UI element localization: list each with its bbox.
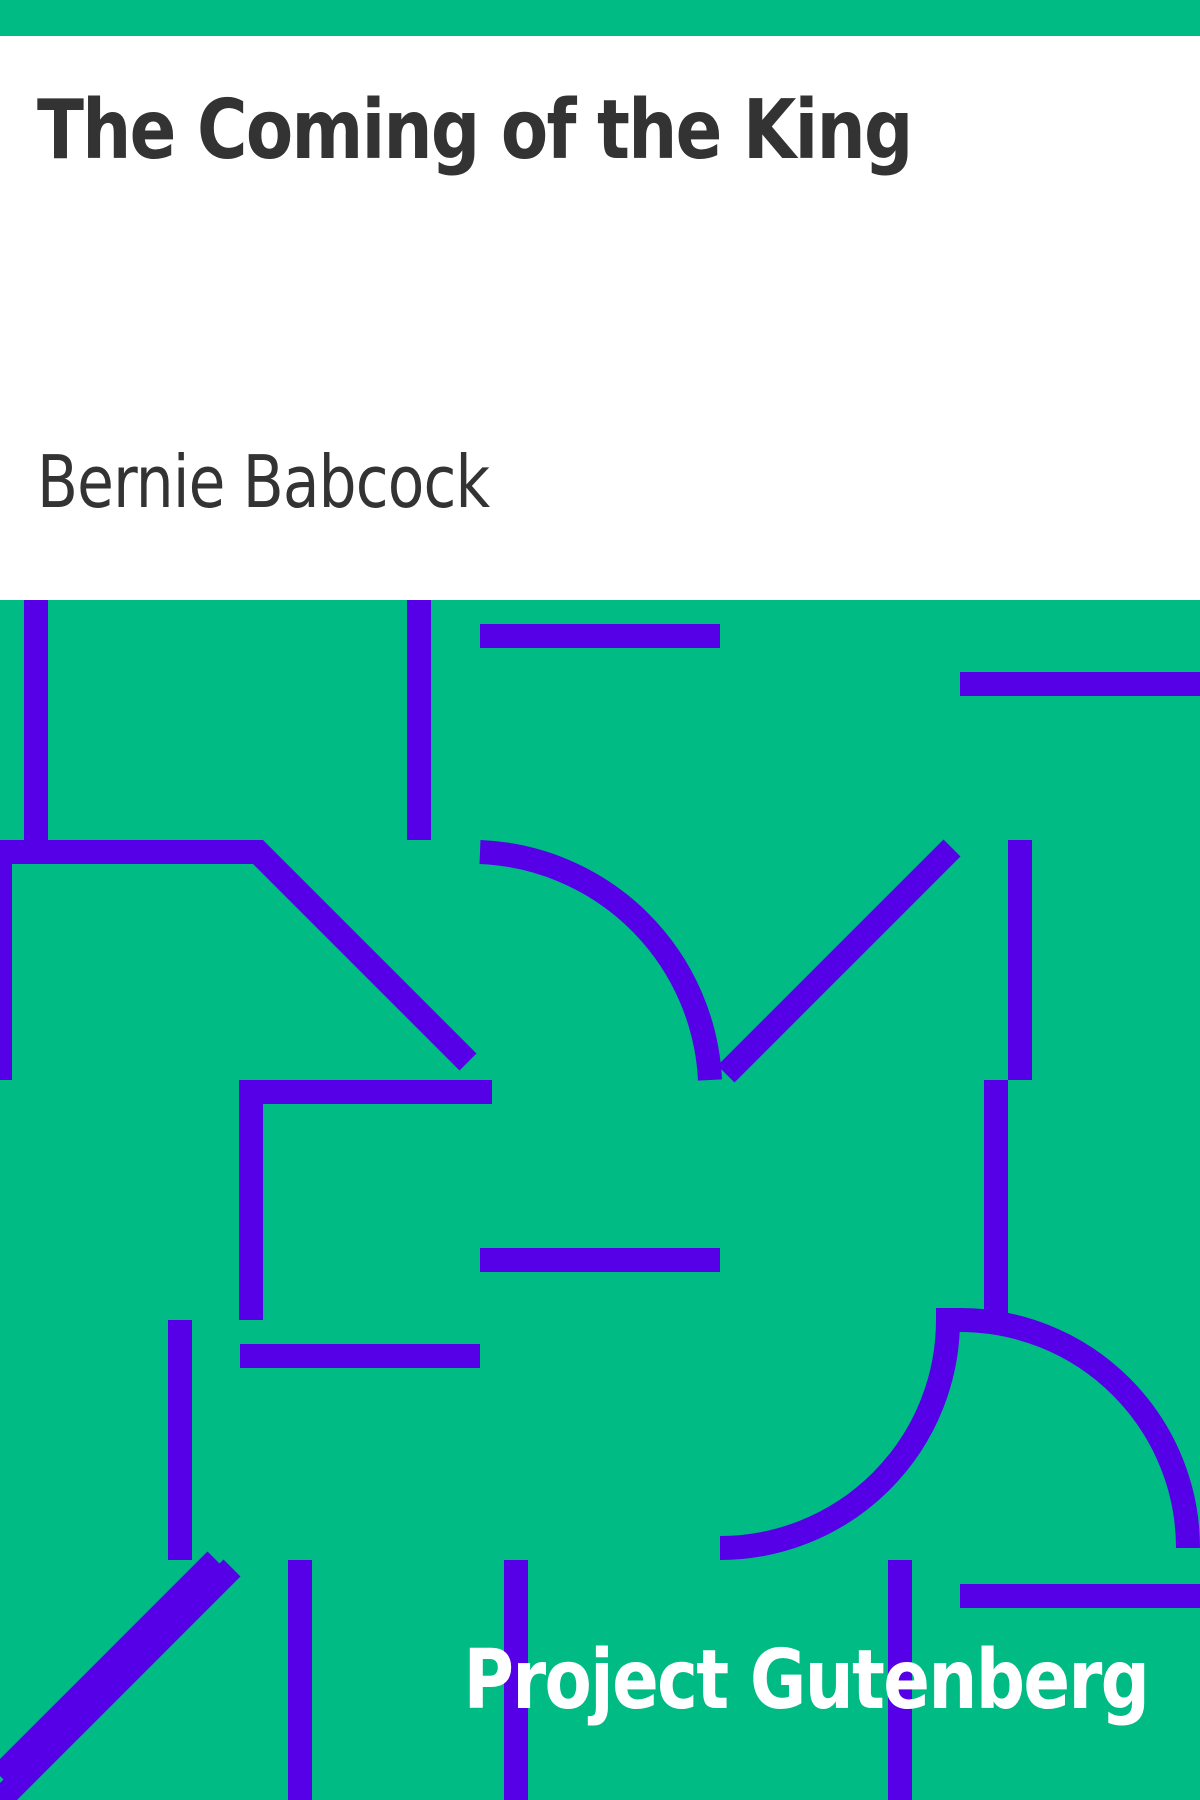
publisher-name: Project Gutenberg <box>463 1633 1150 1728</box>
book-author: Bernie Babcock <box>37 440 490 524</box>
book-cover: The Coming of the King Bernie Babcock Pr… <box>0 0 1200 1800</box>
book-title: The Coming of the King <box>37 83 913 178</box>
top-accent-stripe <box>0 0 1200 36</box>
cover-pattern <box>0 600 1200 1800</box>
